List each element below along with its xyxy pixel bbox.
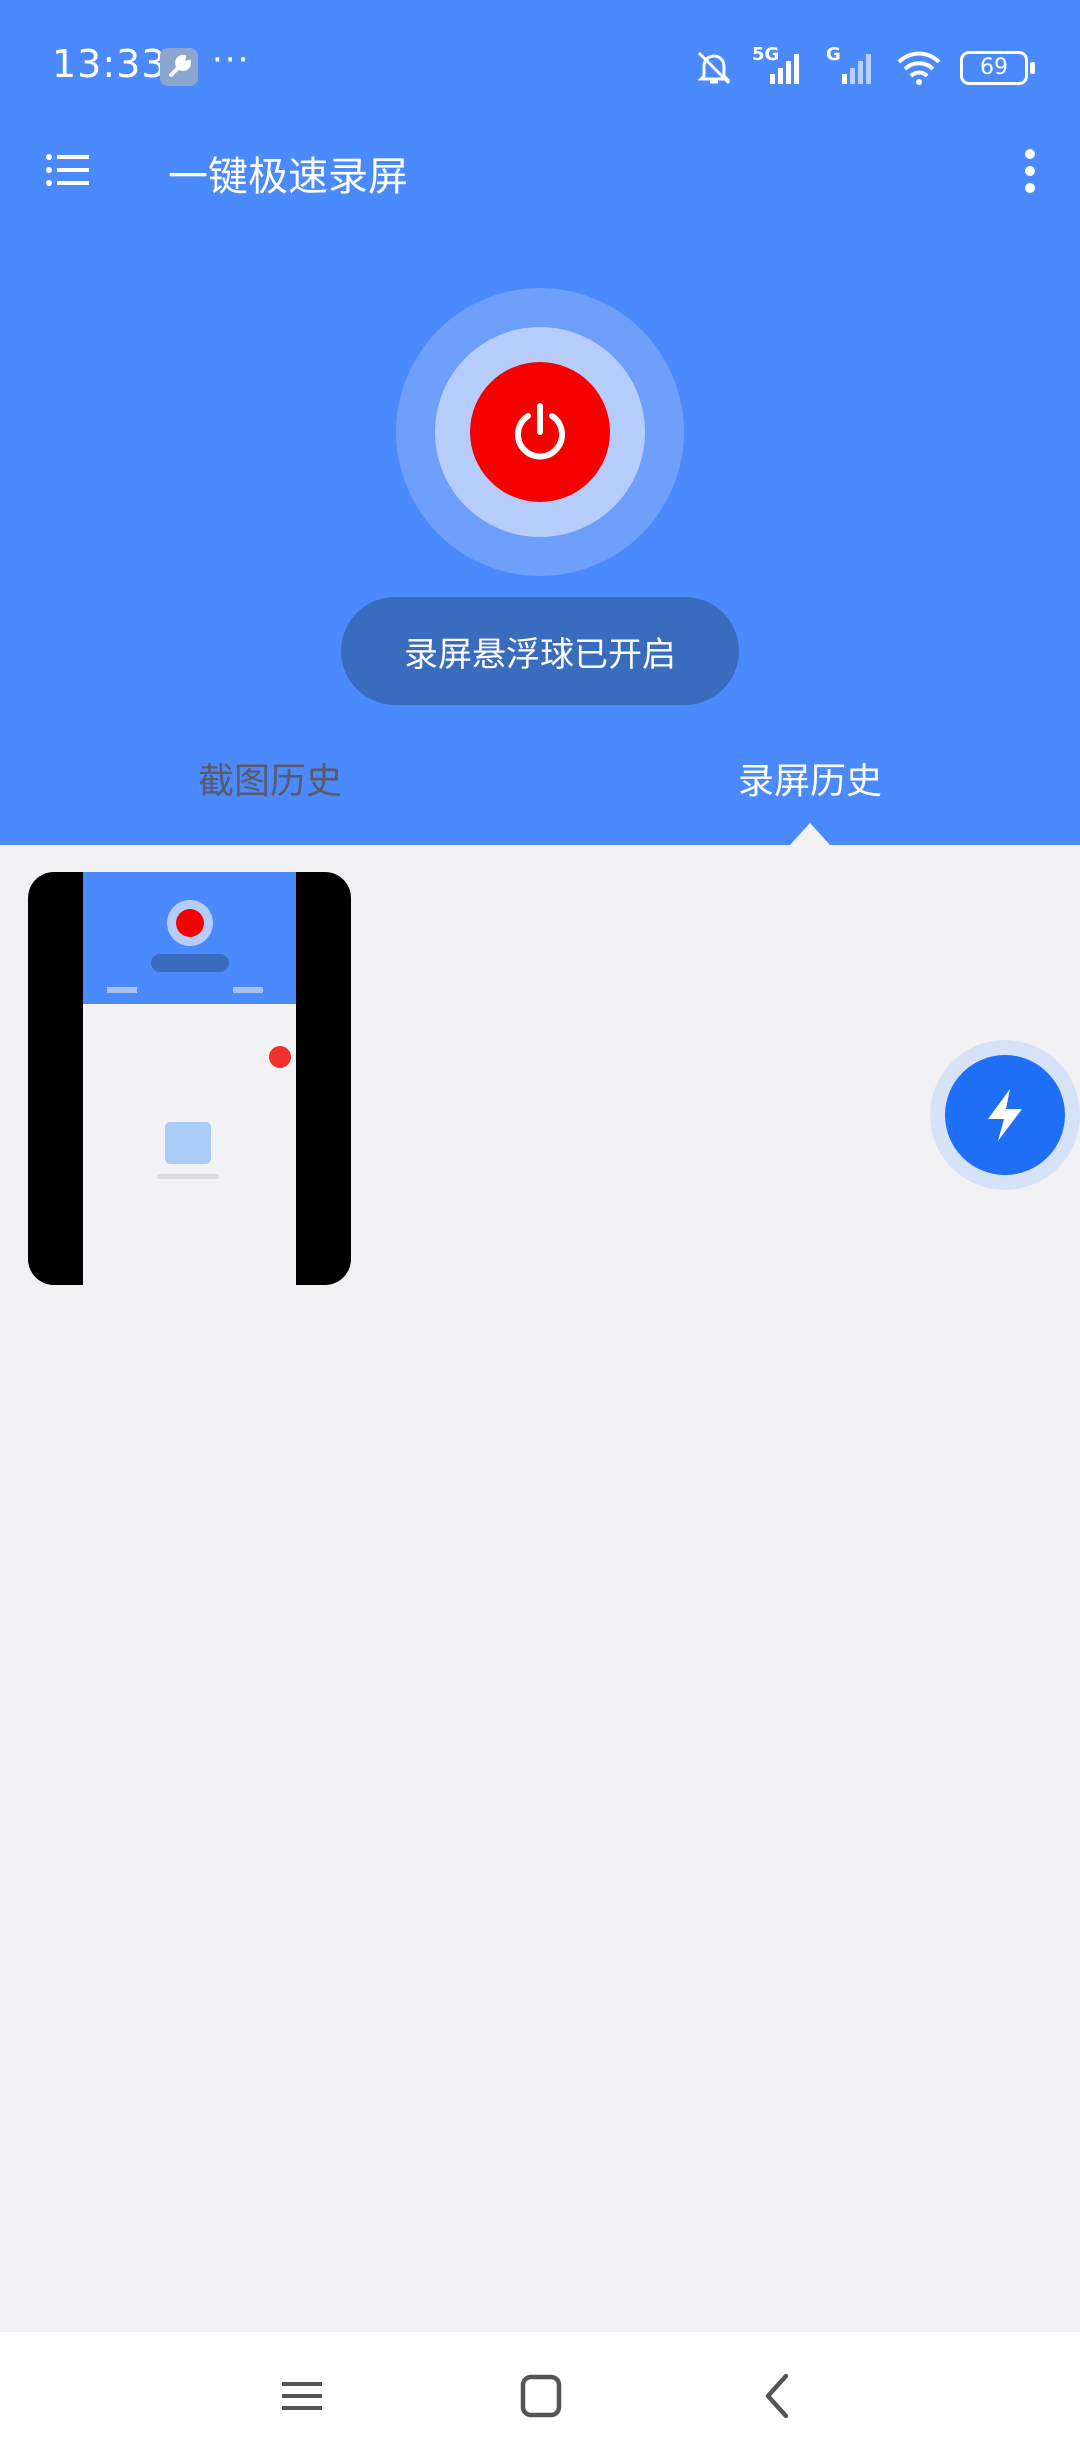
thumbnail-tab [233,987,263,993]
status-bar: 13:33 ··· 5G G 69 [0,0,1080,135]
thumbnail-fab [269,1046,291,1068]
tab-screenshot-history[interactable]: 截图历史 [0,752,540,804]
thumbnail-folder-icon [165,1122,211,1164]
network-type-1: 5G [752,44,780,65]
more-vertical-icon[interactable] [1018,146,1042,196]
floating-ball-status[interactable]: 录屏悬浮球已开启 [341,597,739,705]
menu-icon[interactable] [44,148,92,196]
recents-icon[interactable] [276,2370,328,2422]
quick-record-fab[interactable] [945,1055,1065,1175]
home-icon[interactable] [514,2370,566,2422]
thumbnail-tab [107,987,137,993]
history-tabs: 截图历史 录屏历史 [0,740,1080,845]
tab-recording-history[interactable]: 录屏历史 [540,752,1080,804]
thumbnail-power-icon [176,909,204,937]
thumbnail-preview [83,872,296,1285]
record-power-button[interactable] [470,362,610,502]
lightning-icon [988,1089,1022,1141]
wifi-icon [897,51,941,85]
wrench-icon [160,48,198,86]
system-nav-bar [0,2332,1080,2460]
status-time: 13:33 [52,42,167,86]
thumbnail-pill [151,954,229,972]
signal-icon-2: G [824,44,878,88]
power-icon [515,403,565,460]
signal-icon: 5G [752,44,806,88]
overflow-dots: ··· [212,40,251,80]
back-icon[interactable] [752,2370,804,2422]
bell-off-icon [697,51,731,85]
thumbnail-text [157,1174,219,1179]
toolbar: 一键极速录屏 [0,120,1080,220]
status-icons: 5G G 69 [694,44,1035,92]
battery-icon: 69 [960,51,1035,85]
recording-thumbnail[interactable] [28,872,351,1285]
tab-indicator [790,823,830,845]
network-type-2: G [826,44,841,65]
app-title: 一键极速录屏 [168,154,408,200]
